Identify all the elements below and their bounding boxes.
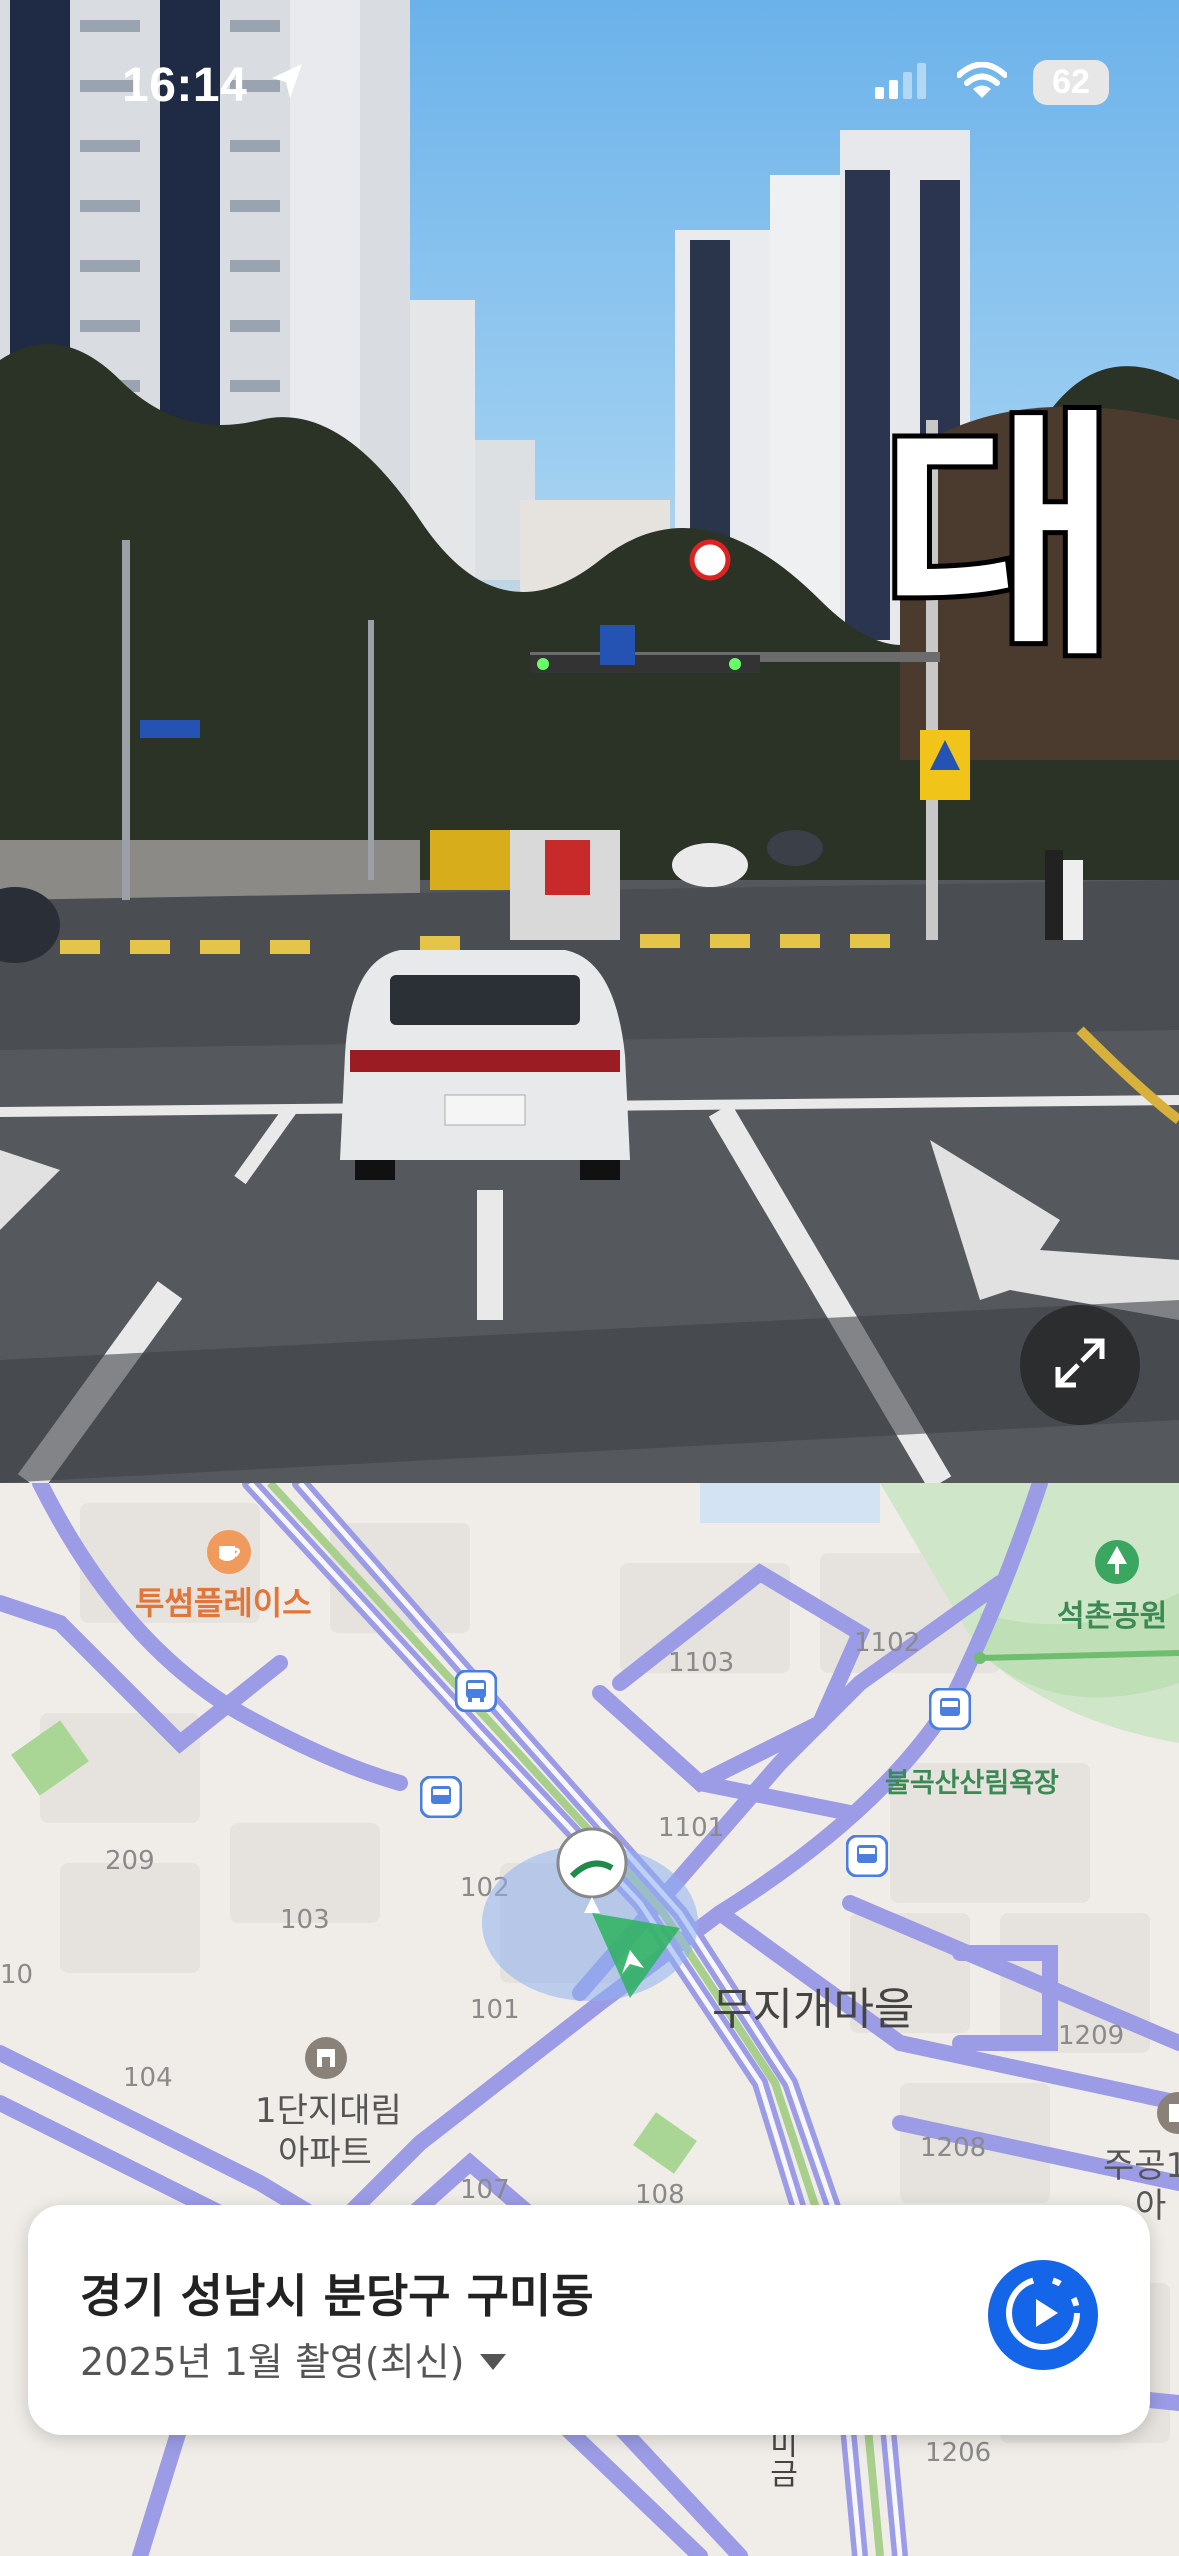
building-number: 1102 bbox=[854, 1628, 921, 1658]
location-address: 경기 성남시 분당구 구미동 bbox=[80, 2269, 594, 2323]
current-location-marker[interactable] bbox=[480, 1818, 700, 2018]
poi-apartment-line2[interactable]: 아파트 bbox=[278, 2125, 372, 2174]
poi-forest-bath[interactable]: 불곡산산림욕장 bbox=[885, 1761, 1059, 1800]
play-circle-icon bbox=[998, 2268, 1088, 2362]
wifi-icon bbox=[956, 61, 1008, 104]
apartment-icon bbox=[1155, 2090, 1179, 2140]
expand-button[interactable] bbox=[1020, 1305, 1140, 1425]
building-number: 1209 bbox=[1058, 2021, 1125, 2051]
building-number: 104 bbox=[123, 2063, 173, 2093]
bus-stop-icon[interactable] bbox=[419, 1775, 463, 1822]
apartment-icon bbox=[303, 2035, 349, 2085]
poi-cafe[interactable]: 투썸플레이스 bbox=[135, 1578, 312, 1624]
building-number: 107 bbox=[460, 2175, 510, 2205]
cellular-signal-icon bbox=[875, 62, 931, 103]
location-arrow-icon bbox=[270, 62, 304, 106]
play-button[interactable] bbox=[988, 2260, 1098, 2370]
capture-date: 2025년 1월 촬영(최신) bbox=[80, 2340, 465, 2384]
bus-stop-icon[interactable] bbox=[845, 1834, 889, 1881]
park-icon bbox=[1093, 1538, 1141, 1590]
status-time: 16:14 bbox=[122, 59, 248, 112]
caret-down-icon bbox=[480, 2337, 507, 2381]
cafe-icon bbox=[205, 1528, 253, 1580]
poi-park[interactable]: 석촌공원 bbox=[1057, 1591, 1167, 1635]
building-number: 103 bbox=[280, 1905, 330, 1935]
building-number: 1206 bbox=[925, 2438, 992, 2468]
location-info-card[interactable]: 경기 성남시 분당구 구미동 2025년 1월 촬영(최신) bbox=[28, 2205, 1150, 2435]
street-view-panorama[interactable]: 대 16:14 62 bbox=[0, 0, 1179, 1483]
street-scene bbox=[0, 0, 1179, 1483]
status-indicators: 62 bbox=[875, 60, 1109, 105]
expand-icon bbox=[1050, 1333, 1110, 1397]
building-number: 1103 bbox=[668, 1648, 735, 1678]
building-number: 209 bbox=[105, 1846, 155, 1876]
building-number: 10 bbox=[0, 1960, 34, 1990]
battery-icon: 62 bbox=[1033, 60, 1109, 105]
bus-stop-icon[interactable] bbox=[454, 1669, 498, 1716]
bus-stop-icon[interactable] bbox=[928, 1687, 972, 1734]
building-number: 1208 bbox=[920, 2133, 987, 2163]
street-sign-lettering: 대 bbox=[875, 389, 1124, 691]
road-name-fragment: 미금 bbox=[763, 2428, 798, 2488]
area-label-village: 무지개마을 bbox=[712, 1984, 915, 2035]
capture-date-selector[interactable]: 2025년 1월 촬영(최신) bbox=[80, 2331, 507, 2386]
